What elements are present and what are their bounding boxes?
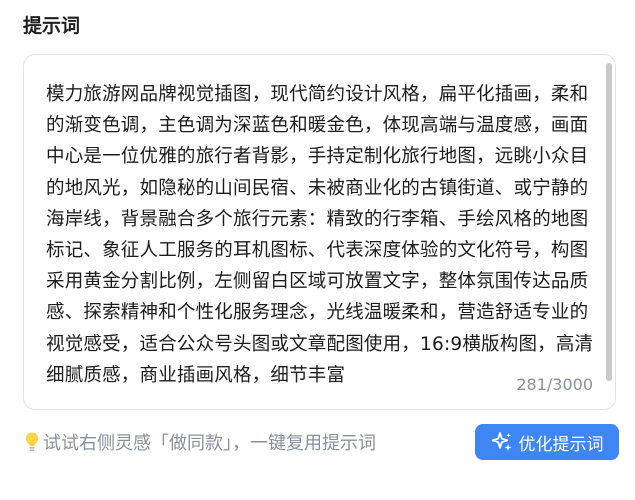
lightbulb-icon	[24, 430, 40, 454]
char-counter: 281/3000	[502, 369, 603, 401]
section-title: 提示词	[23, 15, 81, 37]
optimize-prompt-button[interactable]: 优化提示词	[475, 424, 619, 460]
hint-row: 试试右侧灵感「做同款」，一键复用提示词	[24, 428, 376, 456]
prompt-textarea[interactable]: 模力旅游网品牌视觉插图，现代简约设计风格，扁平化插画，柔和的渐变色调，主色调为深…	[23, 54, 616, 410]
optimize-button-label: 优化提示词	[518, 434, 604, 455]
prompt-text[interactable]: 模力旅游网品牌视觉插图，现代简约设计风格，扁平化插画，柔和的渐变色调，主色调为深…	[46, 79, 596, 391]
prompt-panel: 提示词 模力旅游网品牌视觉插图，现代简约设计风格，扁平化插画，柔和的渐变色调，主…	[0, 0, 635, 500]
hint-text: 试试右侧灵感「做同款」，一键复用提示词	[43, 433, 376, 454]
scrollbar-thumb[interactable]	[606, 63, 612, 381]
sparkle-icon	[491, 431, 513, 453]
